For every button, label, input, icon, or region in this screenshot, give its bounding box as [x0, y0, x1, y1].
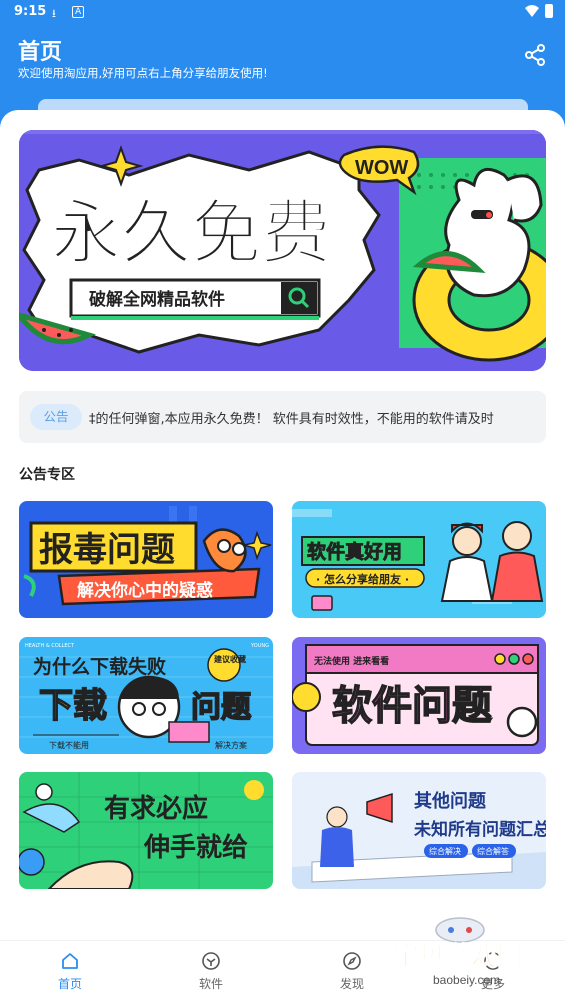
card-tag: 建议收藏	[213, 654, 246, 664]
card-corner-right: YOUNG	[250, 643, 269, 649]
announcement-text: ‡的任何弹窗,本应用永久免费！ 软件具有时效性，不能用的软件请及时	[89, 412, 494, 427]
magnifier-icon	[506, 706, 538, 738]
card-tag-1: 综合解决	[429, 846, 461, 856]
card-title: 报毒问题	[39, 530, 175, 570]
card-subtitle: 无法使用 进来看看	[313, 655, 389, 667]
page-title: 首页	[18, 40, 63, 65]
sun-icon	[244, 780, 264, 800]
nav-home-label: 首页	[57, 977, 82, 991]
status-right	[525, 4, 553, 18]
camera-icon	[311, 595, 333, 611]
promo-banner[interactable]: WOW 永久免费 破解全网精品软件	[19, 130, 546, 371]
nav-home[interactable]: 首页	[30, 951, 110, 992]
card-title: 软件真好用	[307, 540, 402, 563]
smiley-icon	[292, 682, 321, 712]
card-title-left: 下载	[39, 686, 107, 726]
card-title-right: 问题	[191, 690, 251, 725]
status-bar: 9:15 ⭳ A	[0, 0, 565, 24]
watermark-logo: 宝贝游戏网 baobeiy.com	[393, 917, 524, 987]
nav-discover-label: 发现	[339, 977, 364, 991]
card-title: 其他问题	[414, 790, 487, 812]
card-software-problem[interactable]: 无法使用 进来看看 软件问题	[292, 637, 546, 754]
announcement-bar[interactable]: 公告 ‡的任何弹窗,本应用永久免费！ 软件具有时效性，不能用的软件请及时	[19, 391, 546, 443]
card-subtitle: 解决你心中的疑惑	[77, 580, 213, 601]
status-time: 9:15	[14, 4, 47, 19]
globe-icon	[19, 848, 45, 876]
nav-software[interactable]: 软件	[171, 951, 251, 992]
card-right-label: 解决方案	[215, 740, 247, 750]
card-title: 有求必应	[104, 793, 208, 824]
card-title: 软件问题	[332, 683, 492, 729]
card-title: 为什么下载失败	[33, 655, 166, 678]
card-subtitle: 未知所有问题汇总	[413, 819, 546, 840]
main-content: WOW 永久免费 破解全网精品软件 公告 ‡的任何弹窗,本应用永久免费！ 软件具…	[0, 110, 565, 940]
nav-software-label: 软件	[198, 977, 223, 991]
banner-search-text: 破解全网精品软件	[89, 289, 225, 310]
compass-icon	[343, 952, 361, 970]
card-tag-2: 综合解答	[477, 846, 509, 856]
download-icon: ⭳	[52, 7, 56, 20]
card-subtitle: 伸手就给	[143, 832, 248, 863]
card-on-request[interactable]: 有求必应 伸手就给	[19, 772, 273, 889]
card-corner-left: HEALTH & COLLECT	[25, 643, 75, 649]
gamepad-icon	[435, 917, 485, 943]
nav-discover[interactable]: 发现	[312, 951, 392, 992]
battery-icon	[545, 4, 553, 18]
banner-headline: 永久免费	[51, 192, 331, 274]
card-software-good[interactable]: 软件真好用 · 怎么分享给朋友 ·	[292, 501, 546, 618]
announcement-tag: 公告	[30, 404, 82, 430]
watermark-text: 宝贝游戏网	[393, 941, 523, 972]
wifi-icon	[525, 5, 539, 17]
card-virus-report[interactable]: 报毒问题 解决你心中的疑惑	[19, 501, 273, 618]
card-other-problems[interactable]: 其他问题 未知所有问题汇总 综合解决 综合解答	[292, 772, 546, 889]
card-left-label: 下载不能用	[49, 740, 89, 750]
card-subtitle: · 怎么分享给朋友 ·	[316, 572, 409, 586]
cube-icon	[202, 952, 220, 970]
banner-badge: WOW	[355, 157, 408, 179]
share-icon[interactable]	[523, 43, 547, 67]
watermark-url: baobeiy.com	[433, 973, 500, 987]
card-download-failed[interactable]: HEALTH & COLLECT YOUNG 为什么下载失败 下载 问题 建议收…	[19, 637, 273, 754]
page-subtitle: 欢迎使用淘应用,好用可点右上角分享给朋友使用!	[18, 66, 268, 80]
home-icon	[62, 953, 78, 969]
app-notification-icon: A	[72, 6, 85, 18]
section-title: 公告专区	[19, 467, 75, 483]
